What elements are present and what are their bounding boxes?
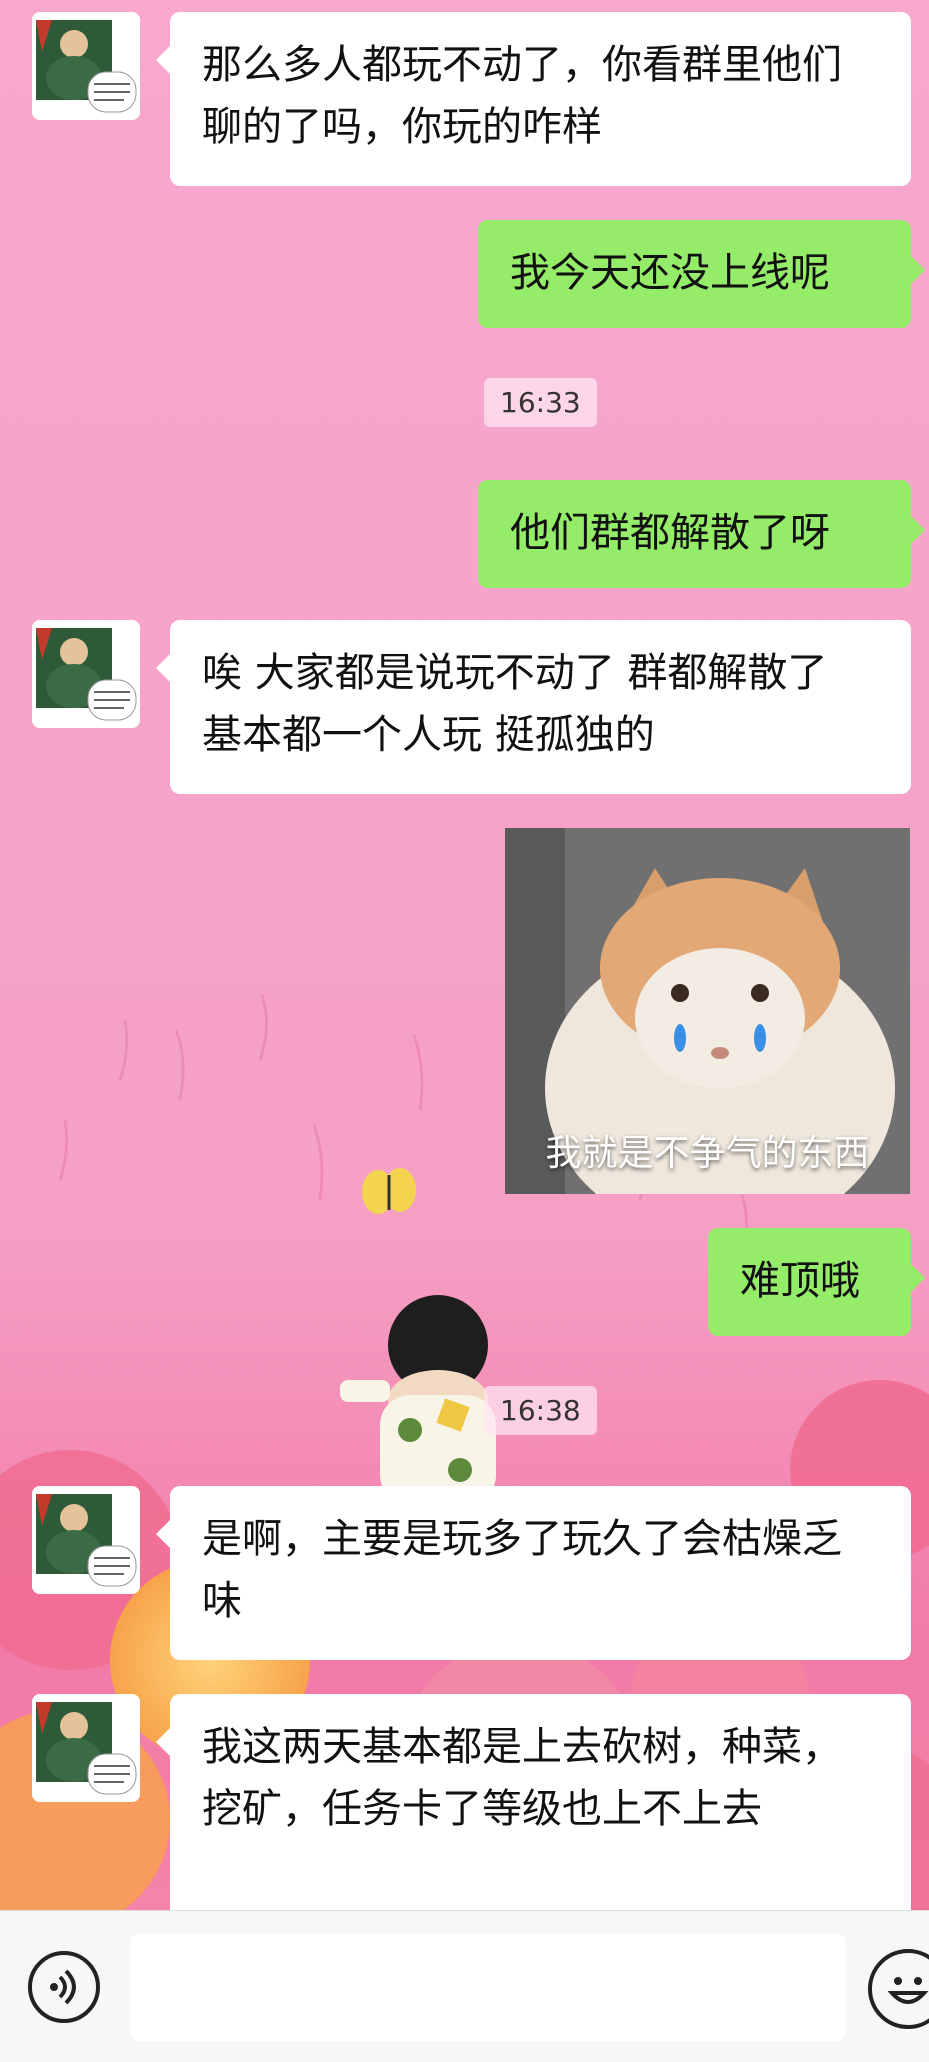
butterfly-decoration (362, 1168, 416, 1214)
outgoing-message[interactable]: 他们群都解散了呀 (478, 480, 925, 588)
message-text: 难顶哦 (740, 1258, 860, 1304)
message-input[interactable] (130, 1933, 846, 2041)
contact-avatar[interactable] (32, 620, 140, 728)
cat-sticker-message[interactable]: 我就是不争气的东西 (505, 828, 910, 1194)
message-text: 我今天还没上线呢 (510, 250, 830, 296)
contact-avatar[interactable] (32, 12, 140, 120)
emoji-icon[interactable] (868, 1949, 929, 2029)
message-text: 唉 大家都是说玩不动了 群都解散了 基本都一个人玩 挺孤独的 (202, 650, 828, 758)
timestamp: 16:38 (484, 1386, 597, 1435)
incoming-message[interactable]: 唉 大家都是说玩不动了 群都解散了 基本都一个人玩 挺孤独的 (156, 620, 911, 794)
outgoing-message[interactable]: 难顶哦 (708, 1228, 925, 1336)
incoming-message[interactable]: 那么多人都玩不动了，你看群里他们聊的了吗，你玩的咋样 (156, 12, 911, 186)
message-text: 那么多人都玩不动了，你看群里他们聊的了吗，你玩的咋样 (202, 42, 842, 150)
incoming-message[interactable]: 是啊，主要是玩多了玩久了会枯燥乏味 (156, 1486, 911, 1660)
contact-avatar[interactable] (32, 1694, 140, 1802)
timestamp: 16:33 (484, 378, 597, 427)
voice-icon[interactable] (28, 1951, 100, 2023)
sticker-caption: 我就是不争气的东西 (545, 1133, 870, 1174)
incoming-message[interactable]: 我这两天基本都是上去砍树，种菜，挖矿，任务卡了等级也上不上去 (156, 1694, 911, 1924)
message-text: 我这两天基本都是上去砍树，种菜，挖矿，任务卡了等级也上不上去 (202, 1724, 842, 1832)
message-text: 他们群都解散了呀 (510, 510, 830, 556)
cartoon-boy-decoration (340, 1295, 496, 1505)
outgoing-message[interactable]: 我今天还没上线呢 (478, 220, 925, 328)
chat-input-bar (0, 1910, 929, 2062)
message-text: 是啊，主要是玩多了玩久了会枯燥乏味 (202, 1516, 842, 1624)
contact-avatar[interactable] (32, 1486, 140, 1594)
